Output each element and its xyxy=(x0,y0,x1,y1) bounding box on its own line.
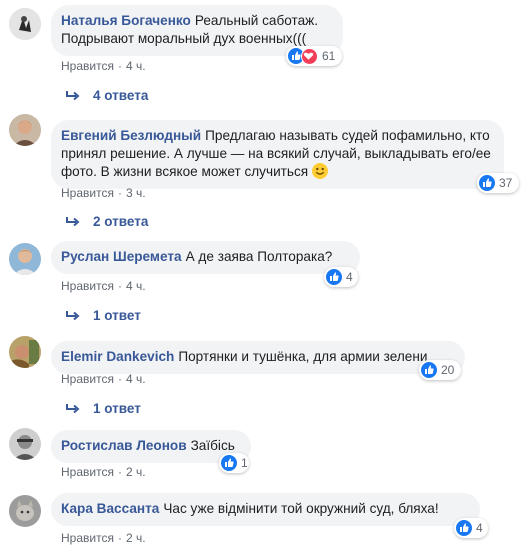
timestamp[interactable]: 2 ч. xyxy=(126,531,146,545)
timestamp[interactable]: 2 ч. xyxy=(126,465,146,479)
comment-bubble: Руслан Шеремета А де заява Полторака? xyxy=(51,241,360,274)
reaction-summary[interactable]: 37 xyxy=(477,173,519,193)
comment-bubble: Кара Вассанта Час уже відмінити той окруж… xyxy=(51,493,480,526)
smiley-emoji-icon xyxy=(311,163,328,179)
separator-dot: · xyxy=(117,279,122,293)
replies-count: 2 ответа xyxy=(93,214,149,229)
comment-text: Час уже відмінити той окружний суд, блях… xyxy=(163,501,439,516)
avatar[interactable] xyxy=(9,336,41,368)
reply-arrow-icon xyxy=(66,90,80,100)
separator-dot: · xyxy=(117,465,122,479)
comment-text: А де заява Полторака? xyxy=(185,249,333,264)
timestamp[interactable]: 3 ч. xyxy=(126,186,146,200)
reply-arrow-icon xyxy=(66,403,80,413)
avatar[interactable] xyxy=(9,428,41,460)
reaction-count: 20 xyxy=(441,363,455,377)
separator-dot: · xyxy=(117,186,122,200)
like-link[interactable]: Нравится xyxy=(61,531,114,545)
comment-text: Заїбісь xyxy=(190,438,235,453)
like-link[interactable]: Нравится xyxy=(61,279,114,293)
reaction-summary[interactable]: 4 xyxy=(324,267,358,287)
separator-dot: · xyxy=(117,372,122,386)
reaction-summary[interactable]: 61 xyxy=(286,46,342,66)
reaction-summary[interactable]: 4 xyxy=(454,518,488,538)
thumbs-up-icon xyxy=(479,175,495,191)
replies-count: 1 ответ xyxy=(93,308,141,323)
comment-meta: Нравится · 4 ч. xyxy=(61,279,146,293)
thumbs-up-icon xyxy=(421,362,437,378)
comment-meta: Нравится · 2 ч. xyxy=(61,531,146,545)
timestamp[interactable]: 4 ч. xyxy=(126,59,146,73)
like-link[interactable]: Нравится xyxy=(61,59,114,73)
replies-count: 1 ответ xyxy=(93,401,141,416)
reply-arrow-icon xyxy=(66,310,80,320)
heart-icon xyxy=(301,47,318,65)
separator-dot: · xyxy=(117,59,122,73)
view-replies-link[interactable]: 1 ответ xyxy=(66,308,141,323)
reaction-count: 4 xyxy=(346,270,353,284)
avatar[interactable] xyxy=(9,495,41,527)
reaction-summary[interactable]: 1 xyxy=(219,453,249,473)
view-replies-link[interactable]: 4 ответа xyxy=(66,88,148,103)
separator-dot: · xyxy=(117,531,122,545)
like-link[interactable]: Нравится xyxy=(61,186,114,200)
comment-author[interactable]: Кара Вассанта xyxy=(61,501,159,516)
comment-bubble: Elemir Dankevich Портянки и тушёнка, для … xyxy=(51,341,465,374)
thumbs-up-icon xyxy=(221,455,237,471)
avatar[interactable] xyxy=(9,8,41,40)
reply-arrow-icon xyxy=(66,216,80,226)
reaction-count: 4 xyxy=(476,521,483,535)
comment-author[interactable]: Elemir Dankevich xyxy=(61,349,174,364)
thumbs-up-icon xyxy=(326,269,342,285)
avatar[interactable] xyxy=(9,243,41,275)
timestamp[interactable]: 4 ч. xyxy=(126,279,146,293)
reaction-count: 1 xyxy=(241,456,248,470)
comment-author[interactable]: Наталья Богаченко xyxy=(61,13,191,28)
timestamp[interactable]: 4 ч. xyxy=(126,372,146,386)
avatar[interactable] xyxy=(9,114,41,146)
reaction-count: 61 xyxy=(322,49,336,63)
view-replies-link[interactable]: 2 ответа xyxy=(66,214,148,229)
comment-author[interactable]: Ростислав Леонов xyxy=(61,438,187,453)
comment-bubble: Евгений Безлюдный Предлагаю называть суде… xyxy=(51,120,504,189)
like-link[interactable]: Нравится xyxy=(61,372,114,386)
reaction-count: 37 xyxy=(499,176,513,190)
view-replies-link[interactable]: 1 ответ xyxy=(66,401,141,416)
thumbs-up-icon xyxy=(456,520,472,536)
comment-meta: Нравится · 2 ч. xyxy=(61,465,146,479)
reaction-summary[interactable]: 20 xyxy=(419,360,461,380)
comment-meta: Нравится · 4 ч. xyxy=(61,59,146,73)
comment-meta: Нравится · 4 ч. xyxy=(61,372,146,386)
comment-author[interactable]: Руслан Шеремета xyxy=(61,249,182,264)
comment-author[interactable]: Евгений Безлюдный xyxy=(61,128,201,143)
comment-meta: Нравится · 3 ч. xyxy=(61,186,146,200)
replies-count: 4 ответа xyxy=(93,88,149,103)
like-link[interactable]: Нравится xyxy=(61,465,114,479)
comment-text: Портянки и тушёнка, для армии зелени xyxy=(178,349,428,364)
